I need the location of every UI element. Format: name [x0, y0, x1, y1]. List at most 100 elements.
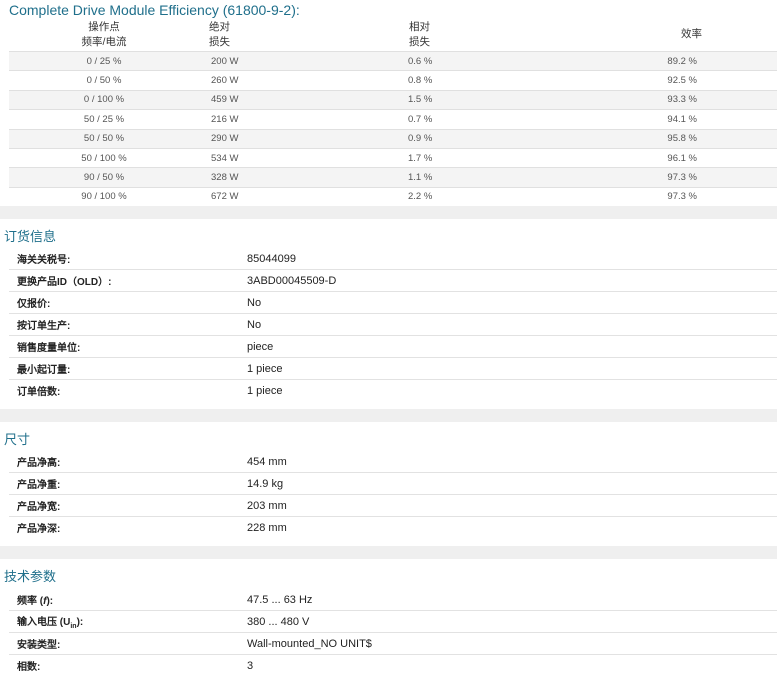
min-order-label: 最小起订量:: [9, 357, 247, 380]
frequency-label-pre: 频率 (: [17, 596, 44, 607]
cell-operating-point: 90 / 100 %: [9, 186, 199, 207]
cell-relative-loss: 1.5 %: [403, 89, 599, 110]
efficiency-header-row: 操作点 频率/电流 绝对 损失 相对 损失 效率: [9, 18, 777, 52]
cell-relative-loss: 1.1 %: [403, 167, 599, 188]
section-divider: [0, 409, 777, 422]
net-depth-label: 产品净深:: [17, 524, 61, 535]
efficiency-table: 操作点 频率/电流 绝对 损失 相对 损失 效率 0 / 25 % 200 W …: [9, 18, 777, 207]
table-row: 50 / 25 % 216 W 0.7 % 94.1 %: [9, 109, 777, 130]
cell-absolute-loss: 534 W: [199, 147, 403, 168]
frequency-value: 47.5 ... 63 Hz: [247, 589, 777, 611]
net-width-value: 203 mm: [247, 494, 777, 517]
mounting-type-value: Wall-mounted_NO UNIT$: [247, 632, 777, 655]
input-voltage-label: 输入电压 (Uin):: [9, 610, 247, 633]
header-operating-point-line1: 操作点: [88, 20, 120, 33]
header-absolute-loss-line2: 损失: [209, 35, 230, 48]
header-efficiency: 效率: [681, 28, 702, 40]
technical-table: 频率 (f): 47.5 ... 63 Hz 输入电压 (Uin): 380 .…: [9, 589, 777, 676]
net-weight-value: 14.9 kg: [247, 472, 777, 495]
net-weight-label: 产品净重:: [9, 472, 247, 495]
cell-efficiency: 89.2 %: [599, 50, 777, 71]
cell-operating-point: 0 / 50 %: [9, 70, 199, 91]
header-operating-point: 操作点 频率/电流: [9, 18, 199, 52]
table-row: 90 / 100 % 672 W 2.2 % 97.3 %: [9, 186, 777, 207]
cell-operating-point: 50 / 25 %: [9, 109, 199, 130]
table-row: 产品净宽: 203 mm: [9, 494, 777, 517]
table-row: 最小起订量: 1 piece: [9, 357, 777, 380]
cell-relative-loss: 2.2 %: [403, 186, 599, 207]
table-row: 50 / 50 % 290 W 0.9 % 95.8 %: [9, 128, 777, 149]
table-row: 按订单生产: No: [9, 313, 777, 336]
header-operating-point-line2: 频率/电流: [81, 35, 127, 48]
table-row: 销售度量单位: piece: [9, 335, 777, 358]
table-row: 相数: 3: [9, 655, 777, 677]
cell-relative-loss: 0.7 %: [403, 109, 599, 130]
table-row: 50 / 100 % 534 W 1.7 % 96.1 %: [9, 147, 777, 168]
cell-absolute-loss: 260 W: [199, 70, 403, 91]
net-height-value: 454 mm: [247, 451, 777, 473]
table-row: 0 / 100 % 459 W 1.5 % 93.3 %: [9, 89, 777, 110]
header-absolute-loss-line1: 绝对: [209, 20, 230, 33]
ordering-table: 海关关税号: 85044099 更换产品ID（OLD）: 3ABD0004550…: [9, 248, 777, 401]
cell-efficiency: 93.3 %: [599, 89, 777, 110]
cell-efficiency: 97.3 %: [599, 186, 777, 207]
net-width-label: 产品净宽:: [9, 494, 247, 517]
table-row: 产品净深: 228 mm: [9, 517, 777, 539]
cell-operating-point: 50 / 50 %: [9, 128, 199, 149]
cell-operating-point: 50 / 100 %: [9, 147, 199, 168]
header-relative-loss: 相对 损失: [403, 18, 599, 52]
sales-unit-label: 销售度量单位:: [9, 335, 247, 358]
table-row: 仅报价: No: [9, 291, 777, 314]
customs-tariff-label: 海关关税号:: [9, 248, 247, 270]
dimensions-table: 产品净高: 454 mm 产品净重: 14.9 kg 产品净宽: 203 mm …: [9, 451, 777, 538]
table-row: 安装类型: Wall-mounted_NO UNIT$: [9, 632, 777, 655]
frequency-label-post: ):: [46, 596, 54, 607]
section-divider: [0, 206, 777, 219]
order-multiple-label: 订单倍数:: [17, 387, 61, 398]
cell-operating-point: 90 / 50 %: [9, 167, 199, 188]
phase-count-value: 3: [247, 659, 254, 672]
table-row: 输入电压 (Uin): 380 ... 480 V: [9, 610, 777, 633]
cell-operating-point: 0 / 25 %: [9, 50, 199, 71]
cell-relative-loss: 1.7 %: [403, 147, 599, 168]
table-row: 订单倍数: 1 piece: [9, 380, 777, 402]
table-row: 海关关税号: 85044099: [9, 248, 777, 270]
header-relative-loss-line2: 损失: [409, 35, 430, 48]
cell-absolute-loss: 290 W: [199, 128, 403, 149]
net-depth-value: 228 mm: [247, 521, 287, 534]
replacement-id-label: 更换产品ID（OLD）:: [9, 269, 247, 292]
replacement-id-link[interactable]: 3ABD00045509-D: [247, 269, 777, 292]
min-order-value: 1 piece: [247, 357, 777, 380]
table-row: 频率 (f): 47.5 ... 63 Hz: [9, 589, 777, 611]
made-to-order-label: 按订单生产:: [9, 313, 247, 336]
net-height-label: 产品净高:: [9, 451, 247, 473]
header-absolute-loss: 绝对 损失: [199, 18, 403, 52]
cell-efficiency: 95.8 %: [599, 128, 777, 149]
cell-efficiency: 96.1 %: [599, 147, 777, 168]
table-row: 90 / 50 % 328 W 1.1 % 97.3 %: [9, 167, 777, 188]
cell-operating-point: 0 / 100 %: [9, 89, 199, 110]
cell-absolute-loss: 672 W: [199, 186, 403, 207]
input-voltage-label-pre: 输入电压 (U: [17, 617, 71, 628]
order-multiple-value: 1 piece: [247, 384, 283, 397]
header-relative-loss-line1: 相对: [409, 20, 430, 33]
cell-absolute-loss: 459 W: [199, 89, 403, 110]
quote-only-value: No: [247, 291, 777, 314]
table-row: 产品净高: 454 mm: [9, 451, 777, 473]
cell-relative-loss: 0.9 %: [403, 128, 599, 149]
cell-efficiency: 92.5 %: [599, 70, 777, 91]
cell-absolute-loss: 216 W: [199, 109, 403, 130]
section-divider: [0, 546, 777, 559]
made-to-order-value: No: [247, 313, 777, 336]
efficiency-title: Complete Drive Module Efficiency (61800-…: [9, 2, 300, 18]
table-row: 更换产品ID（OLD）: 3ABD00045509-D: [9, 269, 777, 292]
cell-relative-loss: 0.8 %: [403, 70, 599, 91]
mounting-type-label: 安装类型:: [9, 632, 247, 655]
table-row: 0 / 25 % 200 W 0.6 % 89.2 %: [9, 50, 777, 71]
phase-count-label: 相数:: [17, 662, 41, 673]
ordering-section-title: 订货信息: [4, 229, 57, 244]
cell-absolute-loss: 328 W: [199, 167, 403, 188]
table-row: 产品净重: 14.9 kg: [9, 472, 777, 495]
cell-absolute-loss: 200 W: [199, 50, 403, 71]
input-voltage-label-post: ):: [76, 617, 84, 628]
